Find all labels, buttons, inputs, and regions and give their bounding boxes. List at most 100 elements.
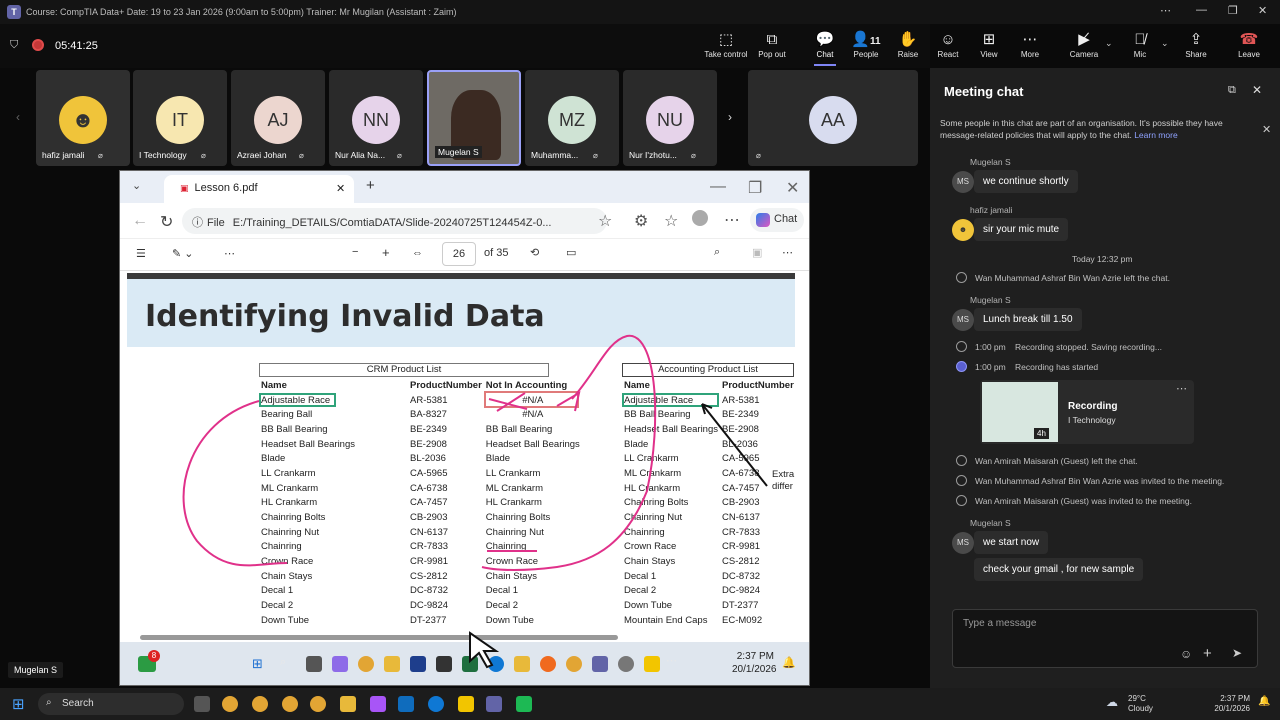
- windows-start-icon[interactable]: ⊞: [252, 656, 263, 672]
- favorites-icon[interactable]: ☆: [664, 211, 678, 231]
- word-icon[interactable]: [410, 656, 426, 672]
- taskbar-search[interactable]: ⌕ Search: [38, 693, 184, 715]
- clock[interactable]: 2:37 PM 20/1/2026: [1200, 694, 1250, 714]
- windows-start-icon[interactable]: ⊞: [12, 695, 25, 713]
- participant-tile[interactable]: AJ Azraei Johan ⌀: [231, 70, 325, 166]
- chat-message[interactable]: sir your mic mute: [974, 218, 1069, 241]
- close-chat-icon[interactable]: ✕: [1252, 83, 1262, 97]
- dismiss-notice-icon[interactable]: ✕: [1262, 123, 1271, 136]
- profile-avatar[interactable]: [692, 210, 708, 226]
- chat-message[interactable]: Lunch break till 1.50: [974, 308, 1082, 331]
- chat-message[interactable]: we start now: [974, 531, 1049, 554]
- chat-message[interactable]: we continue shortly: [974, 170, 1078, 193]
- folder-icon[interactable]: [384, 656, 400, 672]
- url-field[interactable]: ⓘ File E:/Training_DETAILS/ComtiaDATA/Slid…: [182, 208, 607, 234]
- chrome-icon[interactable]: [252, 696, 268, 712]
- more-tools-icon[interactable]: ⋯: [224, 247, 235, 260]
- recording-card[interactable]: 4h Recording I Technology ⋯: [980, 380, 1194, 444]
- menu-ellipsis-icon[interactable]: ⋯: [724, 210, 740, 230]
- page-number-input[interactable]: 26: [442, 242, 476, 266]
- chrome-icon[interactable]: [282, 696, 298, 712]
- refresh-icon[interactable]: ↻: [160, 212, 173, 232]
- view-button[interactable]: ⊞ View: [966, 30, 1012, 59]
- settings-icon[interactable]: [618, 656, 634, 672]
- mic-button[interactable]: 🎙̸ Mic: [1117, 30, 1163, 59]
- weather-widget[interactable]: 29°C Cloudy: [1128, 694, 1153, 714]
- pop-out-chat-icon[interactable]: ⧉: [1228, 84, 1236, 97]
- minimize-icon[interactable]: —: [710, 178, 726, 196]
- close-button[interactable]: ✕: [1258, 4, 1267, 17]
- chat-message[interactable]: check your gmail , for new sample: [974, 558, 1144, 581]
- horizontal-scrollbar[interactable]: [130, 633, 790, 641]
- task-view-icon[interactable]: [194, 696, 210, 712]
- notification-bell-icon[interactable]: 🔔: [1258, 696, 1270, 707]
- task-view-icon[interactable]: [306, 656, 322, 672]
- extensions-icon[interactable]: ⚙: [634, 211, 648, 231]
- rotate-icon[interactable]: ⟲: [530, 246, 539, 259]
- tiles-prev-icon[interactable]: ‹: [16, 110, 20, 124]
- new-tab-icon[interactable]: +: [366, 177, 375, 194]
- participant-tile[interactable]: MZ Muhamma... ⌀: [525, 70, 619, 166]
- recording-options-icon[interactable]: ⋯: [1176, 382, 1187, 395]
- back-icon[interactable]: ←: [132, 212, 148, 230]
- save-icon[interactable]: ▣: [752, 246, 762, 259]
- overflow-icon[interactable]: ⋯: [666, 654, 677, 667]
- share-button[interactable]: ⇪ Share: [1173, 30, 1219, 59]
- contents-icon[interactable]: ☰: [136, 247, 146, 260]
- copilot-icon[interactable]: [332, 656, 348, 672]
- participant-tile[interactable]: NN Nur Alia Na... ⌀: [329, 70, 423, 166]
- search-icon[interactable]: ⌕: [280, 656, 286, 669]
- zoom-out-icon[interactable]: −: [352, 246, 358, 258]
- folder-icon[interactable]: [340, 696, 356, 712]
- teams-icon[interactable]: [592, 656, 608, 672]
- people-button[interactable]: 👤11 People: [843, 30, 889, 59]
- camera-options-chevron-icon[interactable]: ⌄: [1105, 38, 1113, 49]
- search-icon[interactable]: ⌕: [714, 246, 720, 259]
- participant-tile[interactable]: AA ⌀: [748, 70, 918, 166]
- powerbi-icon[interactable]: [458, 696, 474, 712]
- draw-icon[interactable]: ✎ ⌄: [172, 247, 194, 260]
- teams-icon[interactable]: [486, 696, 502, 712]
- copilot-chat-button[interactable]: Chat: [750, 208, 804, 232]
- chrome-icon[interactable]: [566, 656, 582, 672]
- tab-list-chevron-icon[interactable]: ⌄: [132, 179, 141, 192]
- tiles-next-icon[interactable]: ›: [728, 110, 732, 124]
- chrome-icon[interactable]: [358, 656, 374, 672]
- attach-plus-icon[interactable]: +: [1203, 645, 1212, 662]
- send-icon[interactable]: ➤: [1232, 646, 1242, 660]
- remote-desktop-icon[interactable]: [398, 696, 414, 712]
- participant-tile[interactable]: NU Nur I'zhotu... ⌀: [623, 70, 717, 166]
- page-view-icon[interactable]: ▭: [566, 246, 576, 259]
- close-icon[interactable]: ✕: [786, 178, 799, 198]
- more-button[interactable]: ⋯ More: [1007, 30, 1053, 59]
- star-icon[interactable]: ☆: [598, 211, 612, 231]
- app-icon[interactable]: [516, 696, 532, 712]
- edge-icon[interactable]: [428, 696, 444, 712]
- more-options-icon[interactable]: ⋯: [1160, 4, 1171, 17]
- firefox-icon[interactable]: [540, 656, 556, 672]
- more-icon[interactable]: ⋯: [782, 246, 793, 259]
- tab-lesson-pdf[interactable]: ▣ Lesson 6.pdf ✕: [164, 175, 354, 203]
- minimize-button[interactable]: —: [1196, 4, 1207, 16]
- paint-icon[interactable]: [370, 696, 386, 712]
- zoom-in-icon[interactable]: +: [382, 245, 390, 260]
- take-control-button[interactable]: ⬚ Take control: [703, 30, 749, 59]
- participant-tile-active[interactable]: Mugelan S: [427, 70, 521, 166]
- chat-button[interactable]: 💬 Chat: [802, 30, 848, 66]
- participant-tile[interactable]: ☻ hafiz jamali ⌀: [36, 70, 130, 166]
- leave-button[interactable]: ☎ Leave: [1226, 30, 1272, 59]
- maximize-icon[interactable]: ❐: [748, 178, 762, 198]
- terminal-icon[interactable]: [436, 656, 452, 672]
- participant-tile[interactable]: IT I Technology ⌀: [133, 70, 227, 166]
- files-icon[interactable]: [514, 656, 530, 672]
- message-input[interactable]: Type a message: [952, 609, 1258, 668]
- notification-bell-icon[interactable]: 🔔: [782, 656, 796, 669]
- pop-out-button[interactable]: ⧉ Pop out: [749, 30, 795, 59]
- powerbi-icon[interactable]: [644, 656, 660, 672]
- horizontal-scroll-thumb[interactable]: [140, 635, 618, 640]
- emoji-icon[interactable]: ☺: [1180, 647, 1192, 661]
- mic-options-chevron-icon[interactable]: ⌄: [1161, 38, 1169, 49]
- restore-button[interactable]: ❐: [1228, 4, 1238, 17]
- camera-button[interactable]: ▶̸ Camera: [1061, 30, 1107, 59]
- close-tab-icon[interactable]: ✕: [336, 182, 345, 195]
